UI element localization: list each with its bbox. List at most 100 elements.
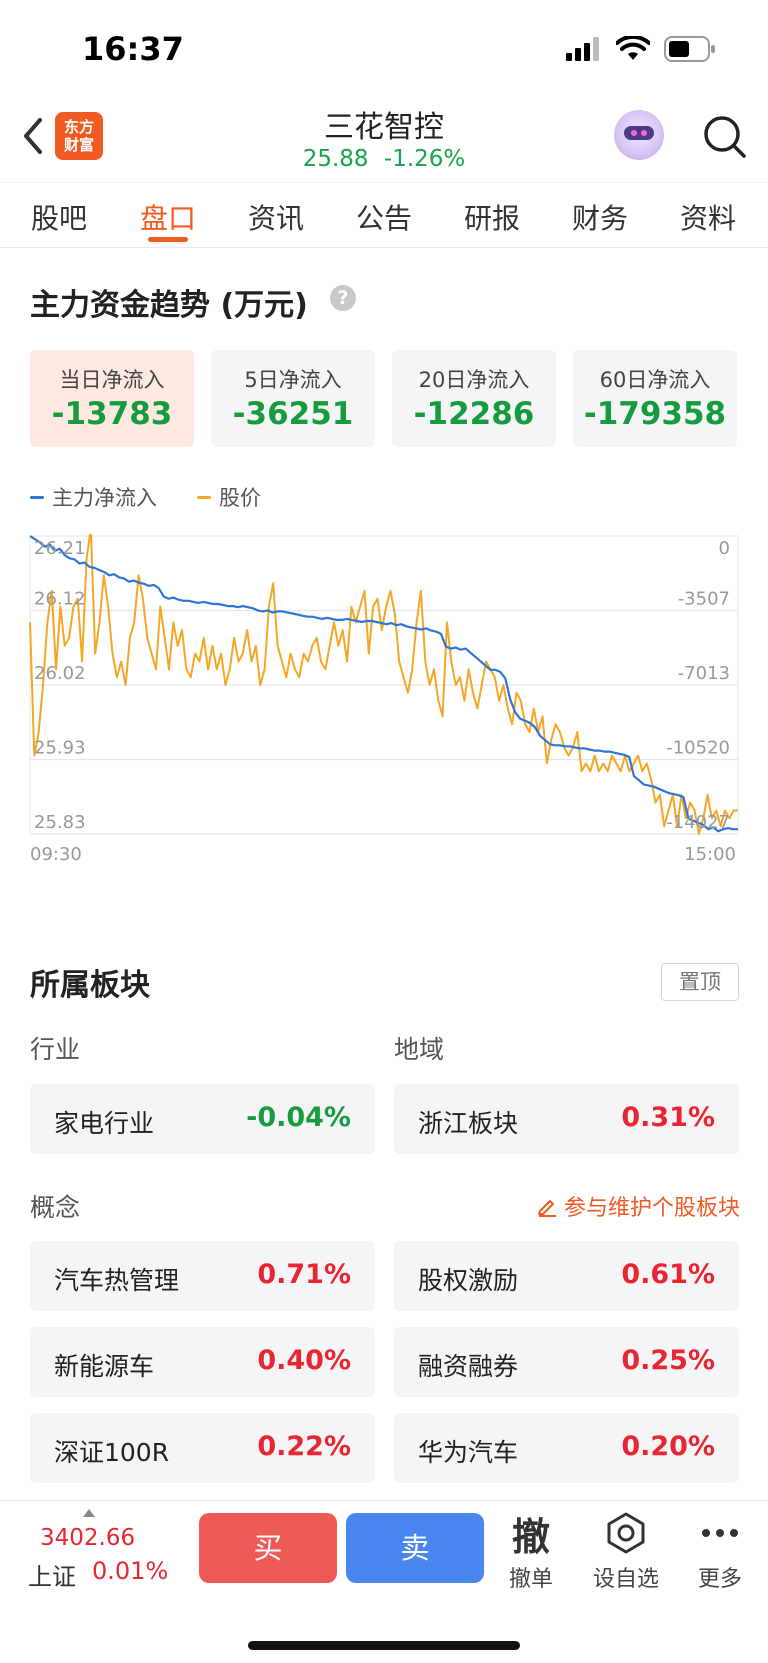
more-dots-icon xyxy=(680,1509,760,1557)
card-label: 当日净流入 xyxy=(59,368,165,392)
buy-button[interactable]: 买 xyxy=(199,1513,337,1583)
home-indicator xyxy=(248,1641,520,1650)
card-20day-inflow[interactable]: 20日净流入 -12286 xyxy=(392,350,556,447)
sector-pct: -0.04% xyxy=(246,1102,351,1133)
sell-button[interactable]: 卖 xyxy=(346,1513,484,1583)
legend-swatch-orange xyxy=(197,495,211,499)
y-tick-label-left: 26.12 xyxy=(34,589,86,610)
x-tick-label-end: 15:00 xyxy=(684,844,736,865)
chart-legend: 主力净流入 股价 xyxy=(30,482,261,512)
legend-item-main-inflow: 主力净流入 xyxy=(30,482,157,512)
y-tick-label-right: -7013 xyxy=(678,663,730,684)
sector-pct: 0.31% xyxy=(621,1102,715,1133)
stock-change-pct: -1.26% xyxy=(383,146,466,172)
expand-up-arrow-icon[interactable] xyxy=(83,1509,95,1517)
tab-finance[interactable]: 财务 xyxy=(572,197,628,237)
y-tick-label-left: 25.83 xyxy=(34,812,86,833)
more-button[interactable]: 更多 xyxy=(680,1509,760,1593)
sector-pct: 0.22% xyxy=(257,1431,351,1462)
maintain-sectors-link[interactable]: 参与维护个股板块 xyxy=(536,1190,740,1222)
cancel-order-icon-char: 撤 xyxy=(511,1514,550,1559)
sector-industry[interactable]: 家电行业 -0.04% xyxy=(30,1084,375,1154)
stock-header: 东方 财富 三花智控 25.88 -1.26% xyxy=(0,100,768,182)
sector-name: 新能源车 xyxy=(54,1352,155,1381)
card-value: -12286 xyxy=(413,396,535,432)
card-value: -13783 xyxy=(51,396,173,432)
add-watchlist-label: 设自选 xyxy=(592,1567,659,1592)
sector-pct: 0.25% xyxy=(621,1345,715,1376)
cancel-order-icon: 撤 xyxy=(491,1509,571,1559)
sector-concept[interactable]: 股权激励 0.61% xyxy=(394,1241,739,1311)
legend-swatch-blue xyxy=(30,495,44,499)
y-tick-label-left: 25.93 xyxy=(34,738,86,759)
tab-pankou[interactable]: 盘口 xyxy=(140,197,196,237)
maintain-link-label: 参与维护个股板块 xyxy=(563,1196,740,1221)
index-name[interactable]: 上证 xyxy=(28,1557,76,1592)
add-watchlist-button[interactable]: 设自选 xyxy=(586,1509,666,1593)
sector-concept[interactable]: 融资融券 0.25% xyxy=(394,1327,739,1397)
tab-research[interactable]: 研报 xyxy=(464,197,520,237)
legend-label: 主力净流入 xyxy=(52,486,157,510)
x-tick-label-start: 09:30 xyxy=(30,844,82,865)
fund-flow-chart[interactable]: 26.21 0 26.12 -3507 26.02 -7013 25.93 -10520 25.… xyxy=(28,527,740,892)
sector-pct: 0.61% xyxy=(621,1259,715,1290)
sector-concept[interactable]: 汽车热管理 0.71% xyxy=(30,1241,375,1311)
sector-region[interactable]: 浙江板块 0.31% xyxy=(394,1084,739,1154)
card-value: -179358 xyxy=(583,396,727,432)
card-60day-inflow[interactable]: 60日净流入 -179358 xyxy=(573,350,737,447)
watchlist-hexagon-icon xyxy=(586,1509,666,1557)
sector-name: 家电行业 xyxy=(54,1109,155,1138)
fund-flow-title: 主力资金趋势 (万元) xyxy=(30,288,308,323)
avatar-visor xyxy=(624,126,654,140)
region-label: 地域 xyxy=(394,1035,445,1064)
avatar-eye-right xyxy=(641,130,647,136)
stock-tabs: 股吧 盘口 资讯 公告 研报 财务 资料 xyxy=(0,182,768,248)
sector-pct: 0.20% xyxy=(621,1431,715,1462)
signal-icon xyxy=(566,37,599,61)
sector-name: 融资融券 xyxy=(418,1352,519,1381)
bottom-trade-bar: 3402.66 上证 0.01% 买 卖 撤 撤单 设自选 更多 xyxy=(0,1500,768,1663)
avatar-eye-left xyxy=(631,130,637,136)
sector-concept[interactable]: 新能源车 0.40% xyxy=(30,1327,375,1397)
y-tick-label-right: -10520 xyxy=(666,738,730,759)
more-label: 更多 xyxy=(697,1567,742,1592)
tab-announcements[interactable]: 公告 xyxy=(356,197,412,237)
legend-label: 股价 xyxy=(219,486,261,510)
sector-concept[interactable]: 深证100R 0.22% xyxy=(30,1413,375,1483)
legend-item-price: 股价 xyxy=(197,482,261,512)
card-5day-inflow[interactable]: 5日净流入 -36251 xyxy=(211,350,375,447)
index-value[interactable]: 3402.66 xyxy=(40,1525,135,1551)
y-tick-label-right: -3507 xyxy=(678,589,730,610)
cancel-order-button[interactable]: 撤 撤单 xyxy=(491,1509,571,1593)
active-tab-indicator xyxy=(148,237,188,242)
card-label: 60日净流入 xyxy=(599,368,711,392)
edit-pencil-icon xyxy=(537,1200,556,1217)
pin-to-top-button[interactable]: 置顶 xyxy=(661,963,739,1001)
cancel-order-label: 撤单 xyxy=(508,1567,553,1592)
status-bar: 16:37 xyxy=(0,0,768,100)
status-time: 16:37 xyxy=(82,30,184,68)
card-label: 20日净流入 xyxy=(418,368,530,392)
fund-flow-cards: 当日净流入 -13783 5日净流入 -36251 20日净流入 -12286 … xyxy=(30,350,738,447)
sector-name: 深证100R xyxy=(54,1438,170,1467)
sector-name: 汽车热管理 xyxy=(54,1266,180,1295)
y-tick-label-right: -14027 xyxy=(666,812,730,833)
assistant-avatar-icon[interactable] xyxy=(614,110,664,160)
tab-profile[interactable]: 资料 xyxy=(680,197,736,237)
help-icon[interactable]: ? xyxy=(330,285,356,311)
y-tick-label-right: 0 xyxy=(719,538,730,559)
stock-price: 25.88 xyxy=(302,146,369,172)
sectors-title: 所属板块 xyxy=(30,968,150,1003)
index-change-pct[interactable]: 0.01% xyxy=(92,1557,168,1585)
search-icon[interactable] xyxy=(700,112,750,162)
tab-news[interactable]: 资讯 xyxy=(248,197,304,237)
card-today-inflow[interactable]: 当日净流入 -13783 xyxy=(30,350,194,447)
card-value: -36251 xyxy=(232,396,354,432)
concept-label: 概念 xyxy=(30,1193,81,1222)
sector-name: 华为汽车 xyxy=(418,1438,519,1467)
tab-guba[interactable]: 股吧 xyxy=(31,197,87,237)
sector-concept[interactable]: 华为汽车 0.20% xyxy=(394,1413,739,1483)
y-tick-label-left: 26.21 xyxy=(34,538,86,559)
battery-icon xyxy=(664,36,715,62)
wifi-icon xyxy=(616,36,650,60)
